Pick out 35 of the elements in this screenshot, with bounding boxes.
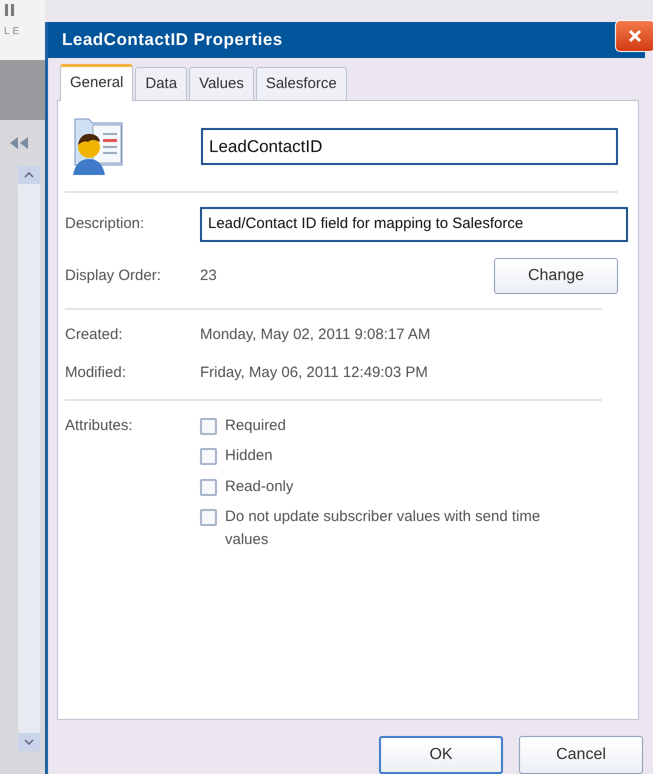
dialog-button[interactable]: Cancel [519, 736, 643, 774]
tab[interactable]: Values [189, 66, 254, 100]
scroll-down-icon[interactable] [24, 739, 34, 745]
field-label: Created: [65, 324, 124, 345]
toolbar-panel [0, 60, 45, 120]
checkbox[interactable] [200, 448, 217, 466]
checkbox[interactable] [200, 509, 217, 526]
checkbox-label[interactable]: Required [225, 414, 286, 438]
field-label: Display Order: [65, 266, 162, 286]
app-label: LE [4, 26, 22, 37]
scroll-up-icon[interactable] [24, 172, 34, 178]
checkbox-label[interactable]: Do not update subscriber values with send time values [225, 506, 580, 552]
description-field[interactable]: Lead/Contact ID field for mapping to Salesforce [200, 207, 628, 242]
name-field[interactable]: LeadContactID [201, 128, 618, 166]
scrollbar[interactable] [18, 166, 40, 751]
tab[interactable]: Salesforce [256, 66, 347, 100]
close-icon[interactable] [627, 28, 643, 44]
tab[interactable]: General [60, 64, 134, 102]
display-order-value: 23 [200, 266, 218, 286]
checkbox-label[interactable]: Read-only [225, 476, 294, 498]
collapse-icon[interactable] [8, 136, 30, 150]
change-button[interactable]: Change [494, 258, 618, 294]
field-label: Attributes: [65, 416, 134, 436]
close-button[interactable] [615, 20, 653, 52]
pause-icon [4, 4, 16, 16]
field-label: Modified: [65, 363, 127, 384]
window-title: LeadContactID Properties [62, 29, 283, 52]
date-value: Monday, May 02, 2011 9:08:17 AM [200, 324, 430, 345]
field-label: Description: [65, 214, 146, 234]
tab[interactable]: Data [135, 66, 188, 100]
checkbox-label[interactable]: Hidden [225, 445, 273, 468]
checkbox[interactable] [200, 418, 217, 435]
dialog-button[interactable]: OK [379, 736, 503, 774]
date-value: Friday, May 06, 2011 12:49:03 PM [200, 363, 428, 384]
checkbox[interactable] [200, 478, 217, 496]
